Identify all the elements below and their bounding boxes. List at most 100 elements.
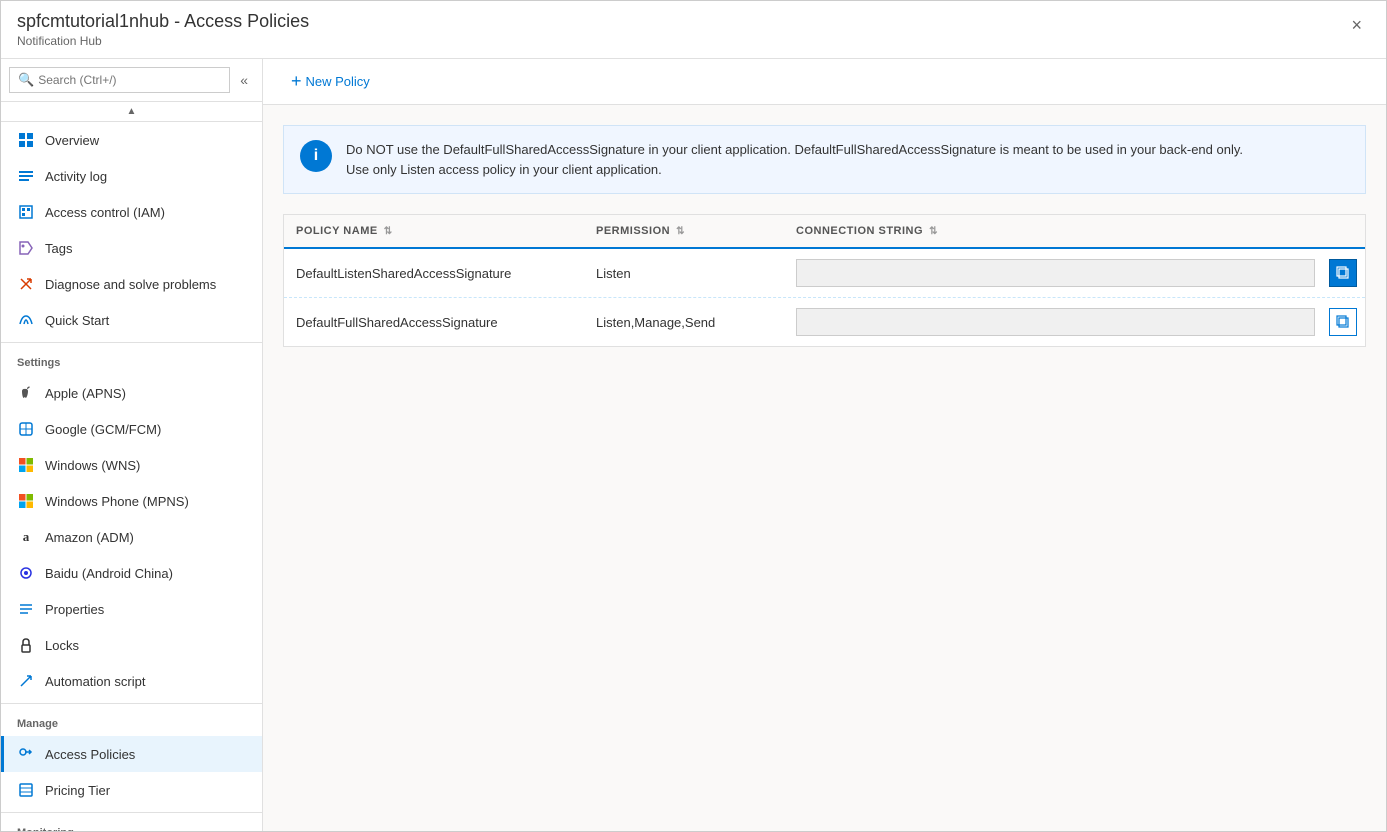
- sidebar-item-access-control[interactable]: Access control (IAM): [1, 194, 262, 230]
- sidebar-label-access-control: Access control (IAM): [45, 205, 165, 220]
- title-bar-left: spfcmtutorial1nhub - Access Policies Not…: [17, 11, 309, 48]
- sort-icon-permission[interactable]: ⇅: [676, 226, 685, 237]
- sidebar-label-diagnose: Diagnose and solve problems: [45, 277, 216, 292]
- sidebar-item-apple[interactable]: Apple (APNS): [1, 375, 262, 411]
- new-policy-button[interactable]: + New Policy: [283, 67, 378, 96]
- sidebar-item-tags[interactable]: Tags: [1, 230, 262, 266]
- main-content: + New Policy i Do NOT use the DefaultFul…: [263, 59, 1386, 831]
- permission-header: PERMISSION: [596, 225, 670, 237]
- sidebar-item-access-policies[interactable]: Access Policies: [1, 736, 262, 772]
- connection-string-cell-2: [784, 298, 1325, 346]
- access-policies-icon: [17, 745, 35, 763]
- sidebar-label-properties: Properties: [45, 602, 104, 617]
- sidebar-item-quickstart[interactable]: Quick Start: [1, 302, 262, 338]
- policy-name-cell-1: DefaultListenSharedAccessSignature: [284, 249, 584, 297]
- toolbar: + New Policy: [263, 59, 1386, 105]
- sidebar-label-activity-log: Activity log: [45, 169, 107, 184]
- table-row: DefaultFullSharedAccessSignature Listen,…: [284, 298, 1365, 346]
- info-banner: i Do NOT use the DefaultFullSharedAccess…: [283, 125, 1366, 194]
- windows-icon: [17, 456, 35, 474]
- settings-section-label: Settings: [1, 342, 262, 375]
- manage-section-label: Manage: [1, 703, 262, 736]
- sidebar-label-locks: Locks: [45, 638, 79, 653]
- app-window: spfcmtutorial1nhub - Access Policies Not…: [0, 0, 1387, 832]
- sidebar-label-tags: Tags: [45, 241, 72, 256]
- pricing-tier-icon: [17, 781, 35, 799]
- sidebar-item-locks[interactable]: Locks: [1, 627, 262, 663]
- copy-cell-1: [1325, 249, 1365, 297]
- locks-icon: [17, 636, 35, 654]
- baidu-icon: [17, 564, 35, 582]
- sidebar-label-windowsphone: Windows Phone (MPNS): [45, 494, 189, 509]
- info-text: Do NOT use the DefaultFullSharedAccessSi…: [346, 140, 1243, 179]
- amazon-icon: a: [17, 528, 35, 546]
- column-connection-string: CONNECTION STRING ⇅: [784, 215, 1325, 247]
- sort-icon-connection[interactable]: ⇅: [929, 226, 938, 237]
- window-title: spfcmtutorial1nhub - Access Policies: [17, 11, 309, 32]
- sidebar-label-baidu: Baidu (Android China): [45, 566, 173, 581]
- sidebar-item-amazon[interactable]: a Amazon (ADM): [1, 519, 262, 555]
- sidebar-item-diagnose[interactable]: Diagnose and solve problems: [1, 266, 262, 302]
- copy-cell-2: [1325, 298, 1365, 346]
- info-icon: i: [300, 140, 332, 172]
- sidebar-label-apple: Apple (APNS): [45, 386, 126, 401]
- plus-icon: +: [291, 71, 302, 92]
- activity-log-icon: [17, 167, 35, 185]
- permission-value-1: Listen: [596, 266, 631, 281]
- column-policy-name: POLICY NAME ⇅: [284, 215, 584, 247]
- info-text-line1: Do NOT use the DefaultFullSharedAccessSi…: [346, 140, 1243, 160]
- quickstart-icon: [17, 311, 35, 329]
- column-actions: [1325, 215, 1365, 247]
- sidebar-scroll-up: ▲: [1, 102, 262, 122]
- policies-table: POLICY NAME ⇅ PERMISSION ⇅ CONNECTION ST…: [283, 214, 1366, 347]
- search-icon: 🔍: [18, 72, 34, 88]
- connection-string-header: CONNECTION STRING: [796, 225, 923, 237]
- policy-name-value-1: DefaultListenSharedAccessSignature: [296, 266, 511, 281]
- sidebar-label-google: Google (GCM/FCM): [45, 422, 161, 437]
- sidebar-item-windows[interactable]: Windows (WNS): [1, 447, 262, 483]
- sidebar-label-pricing-tier: Pricing Tier: [45, 783, 110, 798]
- sidebar-item-automation[interactable]: Automation script: [1, 663, 262, 699]
- window-subtitle: Notification Hub: [17, 34, 309, 48]
- sidebar-header: 🔍 «: [1, 59, 262, 102]
- connection-string-input-1[interactable]: [796, 259, 1315, 287]
- search-input[interactable]: [38, 73, 221, 87]
- sidebar-item-pricing-tier[interactable]: Pricing Tier: [1, 772, 262, 808]
- sidebar-label-automation: Automation script: [45, 674, 145, 689]
- sidebar-item-overview[interactable]: Overview: [1, 122, 262, 158]
- scroll-up-button[interactable]: ▲: [117, 104, 147, 119]
- sort-icon-policy[interactable]: ⇅: [384, 226, 393, 237]
- connection-string-input-2[interactable]: [796, 308, 1315, 336]
- column-permission: PERMISSION ⇅: [584, 215, 784, 247]
- sidebar-item-windowsphone[interactable]: Windows Phone (MPNS): [1, 483, 262, 519]
- windowsphone-icon: [17, 492, 35, 510]
- sidebar-collapse-button[interactable]: «: [234, 68, 254, 92]
- sidebar-item-activity-log[interactable]: Activity log: [1, 158, 262, 194]
- content-body: i Do NOT use the DefaultFullSharedAccess…: [263, 105, 1386, 831]
- sidebar: 🔍 « ▲ Overview Activity log: [1, 59, 263, 831]
- table-row: DefaultListenSharedAccessSignature Liste…: [284, 249, 1365, 298]
- automation-icon: [17, 672, 35, 690]
- sidebar-label-access-policies: Access Policies: [45, 747, 135, 762]
- policy-name-cell-2: DefaultFullSharedAccessSignature: [284, 298, 584, 346]
- permission-cell-1: Listen: [584, 249, 784, 297]
- policy-name-value-2: DefaultFullSharedAccessSignature: [296, 315, 498, 330]
- sidebar-item-properties[interactable]: Properties: [1, 591, 262, 627]
- search-box[interactable]: 🔍: [9, 67, 230, 93]
- copy-button-1[interactable]: [1329, 259, 1357, 287]
- google-icon: [17, 420, 35, 438]
- copy-icon-1: [1336, 266, 1350, 280]
- info-text-line2: Use only Listen access policy in your cl…: [346, 160, 1243, 180]
- apple-icon: [17, 384, 35, 402]
- copy-icon-2: [1336, 315, 1350, 329]
- access-control-icon: [17, 203, 35, 221]
- sidebar-item-baidu[interactable]: Baidu (Android China): [1, 555, 262, 591]
- permission-cell-2: Listen,Manage,Send: [584, 298, 784, 346]
- close-button[interactable]: ×: [1343, 11, 1370, 40]
- main-layout: 🔍 « ▲ Overview Activity log: [1, 59, 1386, 831]
- monitoring-section-label: Monitoring: [1, 812, 262, 831]
- copy-button-2[interactable]: [1329, 308, 1357, 336]
- policy-name-header: POLICY NAME: [296, 225, 378, 237]
- sidebar-item-google[interactable]: Google (GCM/FCM): [1, 411, 262, 447]
- sidebar-label-windows: Windows (WNS): [45, 458, 140, 473]
